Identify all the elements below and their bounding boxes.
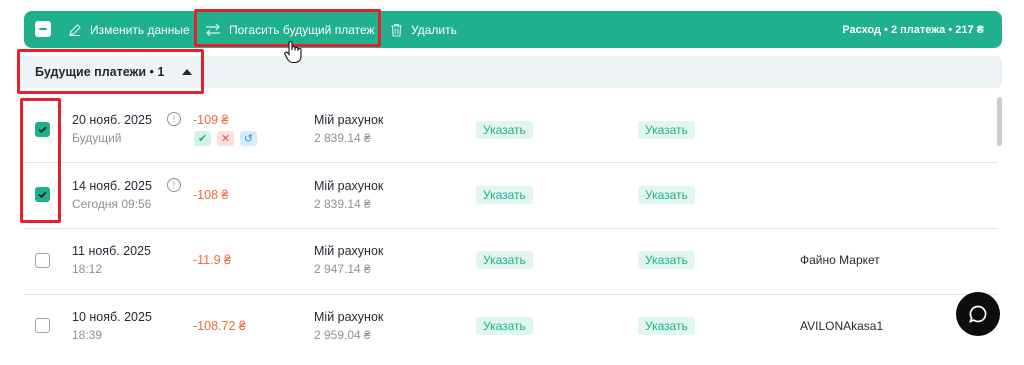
collapse-arrow-icon[interactable]: [182, 69, 192, 75]
row-merchant: AVILONAkasa1: [800, 319, 884, 333]
edit-data-label: Изменить данные: [90, 22, 190, 37]
row-date: 11 нояб. 2025: [72, 244, 151, 258]
checkmark-icon: [38, 191, 47, 199]
row-amount: -108.72 ₴: [193, 319, 246, 333]
check-icon[interactable]: ✔: [194, 131, 211, 146]
pay-future-payment-label: Погасить будущий платеж: [229, 23, 375, 37]
group-header-future-payments[interactable]: Будущие платежи • 1: [17, 49, 204, 94]
select-all-checkbox[interactable]: [35, 21, 51, 37]
row-subtitle: Сегодня 09:56: [72, 197, 152, 211]
row-amount: -11.9 ₴: [193, 253, 231, 267]
transaction-row[interactable]: 14 нояб. 2025 Сегодня 09:56 ! -108 ₴ Мій…: [24, 163, 998, 229]
hand-cursor-icon: [284, 41, 302, 64]
row-account: Мій рахунок: [314, 113, 384, 127]
row-account: Мій рахунок: [314, 244, 384, 258]
category-tag[interactable]: Указать: [476, 251, 533, 269]
row-amount: -109 ₴: [193, 113, 229, 127]
trash-icon: [391, 23, 402, 37]
row-actions: ✔ ✕ ↺: [194, 131, 257, 146]
category-tag[interactable]: Указать: [476, 317, 533, 335]
row-subtitle: 18:39: [72, 328, 103, 342]
selection-toolbar: Изменить данные Погасить будущий платеж …: [24, 11, 1002, 48]
row-balance: 2 839.14 ₴: [314, 131, 371, 145]
pencil-icon: [69, 23, 81, 36]
undo-icon[interactable]: ↺: [240, 131, 257, 146]
chat-bubble-icon: [969, 305, 987, 324]
info-icon[interactable]: !: [167, 178, 181, 192]
row-date: 14 нояб. 2025: [72, 179, 152, 193]
chat-button[interactable]: [956, 292, 1000, 336]
transaction-row[interactable]: 11 нояб. 2025 18:12 -11.9 ₴ Мій рахунок …: [24, 229, 998, 295]
row-date: 10 нояб. 2025: [72, 310, 152, 324]
project-tag[interactable]: Указать: [638, 121, 695, 139]
delete-label: Удалить: [411, 22, 457, 37]
swap-arrows-icon: [206, 23, 220, 37]
row-amount: -108 ₴: [193, 188, 229, 202]
category-tag[interactable]: Указать: [476, 186, 533, 204]
edit-data-button[interactable]: Изменить данные: [68, 11, 190, 48]
row-balance: 2 947.14 ₴: [314, 262, 371, 276]
delete-button[interactable]: Удалить: [390, 11, 457, 48]
row-date: 20 нояб. 2025: [72, 113, 152, 127]
group-title: Будущие платежи • 1: [35, 64, 165, 79]
row-checkbox[interactable]: [35, 253, 50, 268]
row-checkbox[interactable]: [35, 318, 50, 333]
row-checkbox[interactable]: [35, 187, 50, 202]
row-merchant: Файно Маркет: [800, 253, 880, 267]
row-balance: 2 839.14 ₴: [314, 197, 371, 211]
row-account: Мій рахунок: [314, 179, 384, 193]
project-tag[interactable]: Указать: [638, 317, 695, 335]
category-tag[interactable]: Указать: [476, 121, 533, 139]
scrollbar[interactable]: [997, 97, 1002, 146]
transaction-row[interactable]: 20 нояб. 2025 Будущий ! -109 ₴ ✔ ✕ ↺ Мій…: [24, 97, 998, 163]
info-icon[interactable]: !: [167, 112, 181, 126]
row-balance: 2 959.04 ₴: [314, 328, 371, 342]
pay-future-payment-button[interactable]: Погасить будущий платеж: [205, 19, 375, 41]
row-subtitle: 18:12: [72, 262, 103, 276]
project-tag[interactable]: Указать: [638, 251, 695, 269]
row-subtitle: Будущий: [72, 131, 122, 145]
project-tag[interactable]: Указать: [638, 186, 695, 204]
row-checkbox[interactable]: [35, 122, 50, 137]
close-icon[interactable]: ✕: [217, 131, 234, 146]
transaction-row[interactable]: 10 нояб. 2025 18:39 -108.72 ₴ Мій рахуно…: [24, 295, 998, 361]
checkmark-icon: [38, 126, 47, 134]
selection-summary: Расход • 2 платежа • 217 ₴: [842, 23, 984, 36]
row-account: Мій рахунок: [314, 310, 384, 324]
